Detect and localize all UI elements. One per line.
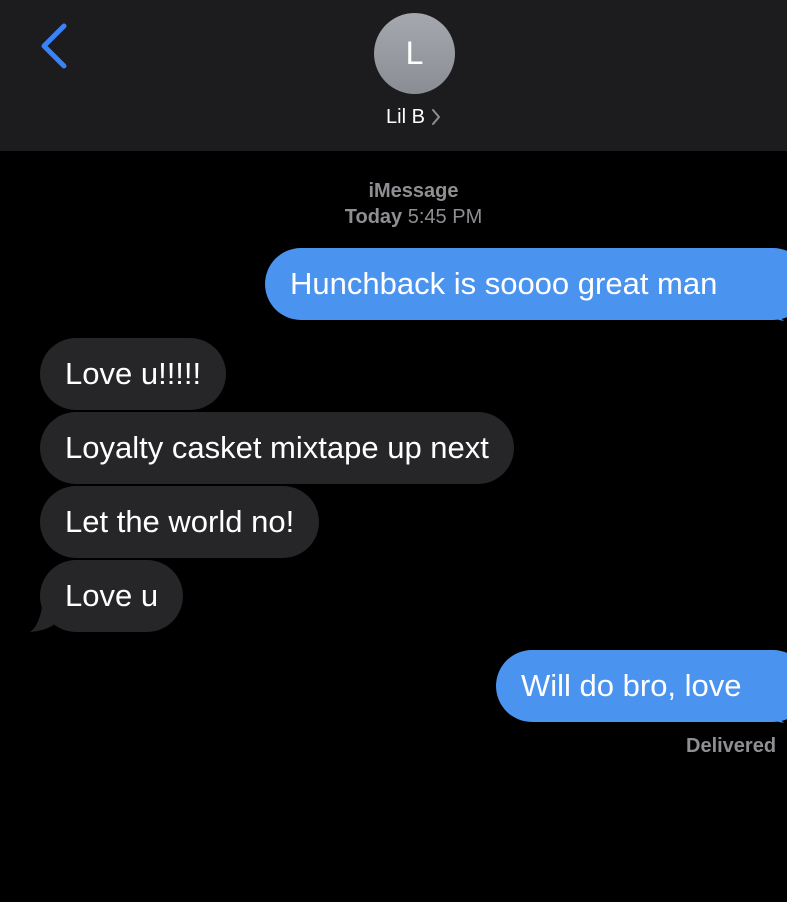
conversation-header: L Lil B: [0, 0, 787, 151]
message-bubble-outgoing[interactable]: Will do bro, love: [496, 650, 787, 722]
conversation-meta: iMessage Today 5:45 PM: [0, 178, 787, 230]
chevron-right-icon: [431, 107, 441, 133]
message-bubble-incoming[interactable]: Let the world no!: [40, 486, 320, 558]
messages-screen: L Lil B iMessage Today 5:45 PM Hunchback…: [0, 0, 787, 902]
back-button[interactable]: [30, 18, 78, 74]
contact-name-button[interactable]: Lil B: [0, 104, 787, 133]
contact-name: Lil B: [386, 106, 425, 128]
chevron-left-icon: [41, 23, 67, 69]
avatar[interactable]: L: [374, 13, 455, 94]
message-bubble-incoming[interactable]: Loyalty casket mixtape up next: [40, 412, 514, 484]
timestamp-time: 5:45 PM: [407, 206, 483, 228]
service-label: iMessage: [368, 180, 459, 202]
message-bubble-incoming[interactable]: Love u!!!!!: [40, 338, 227, 410]
timestamp-day: Today: [344, 206, 403, 228]
message-bubble-incoming[interactable]: Love u: [40, 560, 184, 632]
message-bubble-outgoing[interactable]: Hunchback is soooo great man: [265, 248, 787, 320]
avatar-initial: L: [405, 35, 424, 71]
delivery-status: Delivered: [686, 735, 777, 757]
